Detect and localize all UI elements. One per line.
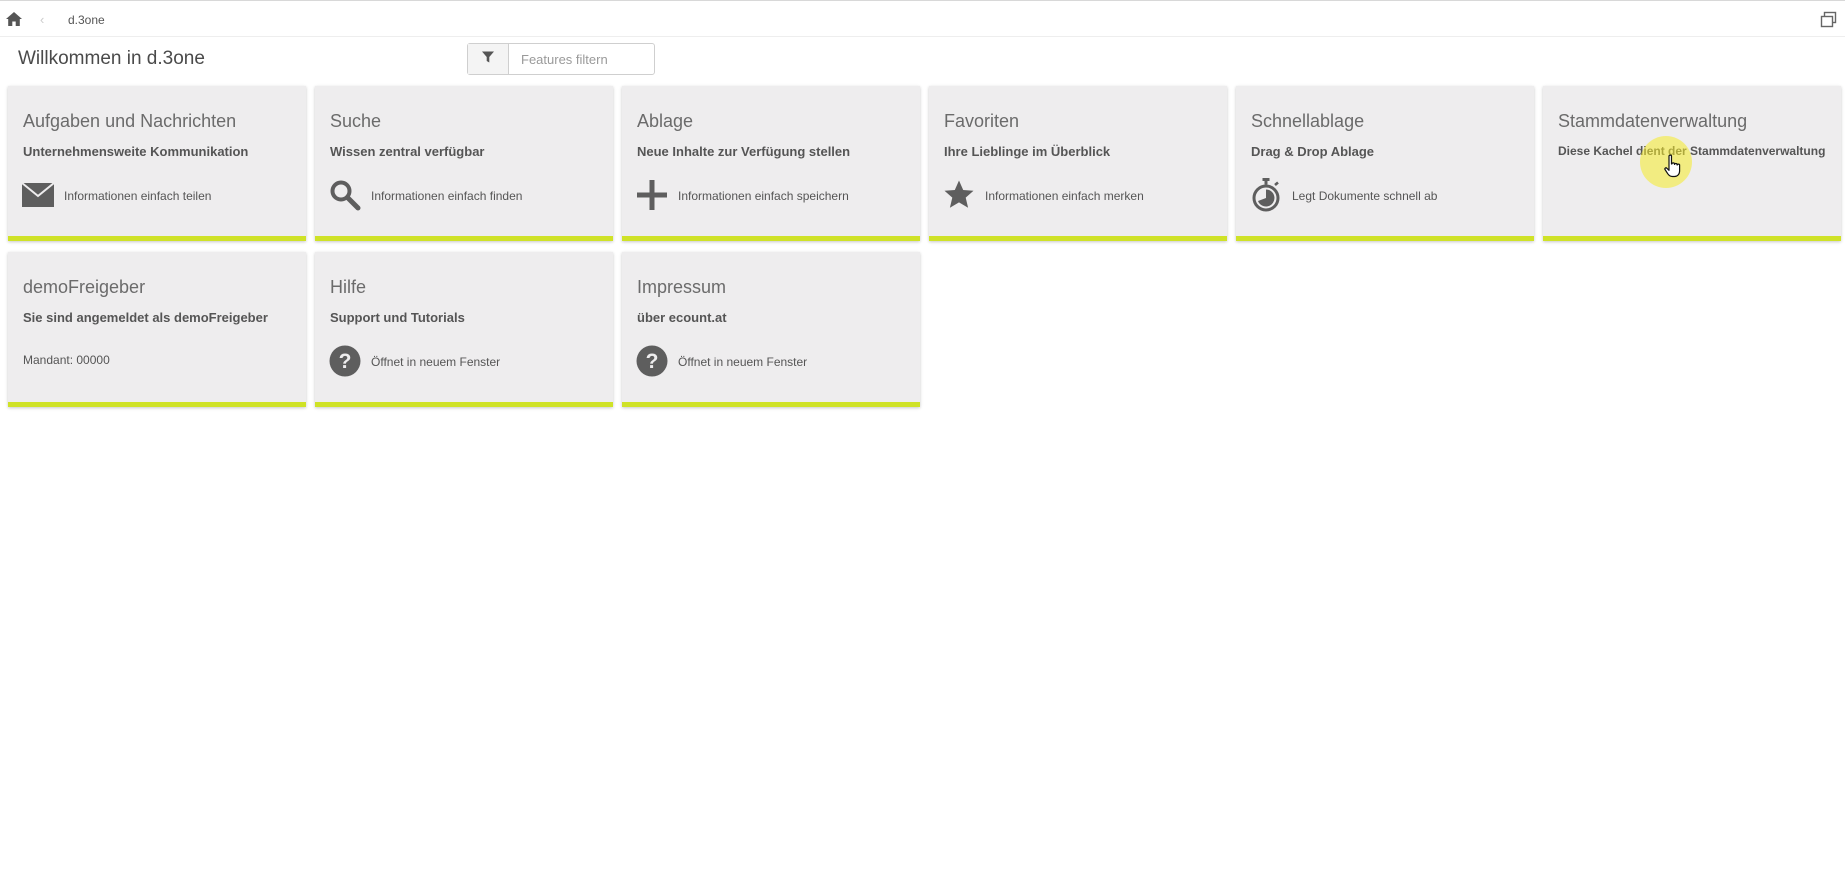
tile-description: Öffnet in neuem Fenster bbox=[678, 355, 808, 369]
chevron-left-icon[interactable]: ‹ bbox=[40, 13, 44, 26]
tile-title: demoFreigeber bbox=[23, 277, 146, 297]
tile-subtitle: Diese Kachel dient der Stammdatenverwalt… bbox=[1558, 144, 1826, 158]
tile-subtitle: Drag & Drop Ablage bbox=[1251, 144, 1375, 159]
feature-filter bbox=[467, 43, 655, 75]
tile-hilfe[interactable]: Hilfe Support und Tutorials ? Öffnet in … bbox=[315, 252, 613, 407]
tile-impressum[interactable]: Impressum über ecount.at ? Öffnet in neu… bbox=[622, 252, 920, 407]
filter-button[interactable] bbox=[468, 44, 509, 74]
envelope-icon bbox=[21, 178, 55, 212]
tile-title: Stammdatenverwaltung bbox=[1558, 111, 1748, 131]
tile-subtitle: Support und Tutorials bbox=[330, 310, 465, 325]
tile-subtitle: über ecount.at bbox=[637, 310, 727, 325]
filter-input[interactable] bbox=[509, 44, 654, 74]
tile-title: Aufgaben und Nachrichten bbox=[23, 111, 237, 131]
tile-title: Ablage bbox=[637, 111, 694, 131]
tile-description: Informationen einfach finden bbox=[371, 189, 523, 203]
tile-description: Legt Dokumente schnell ab bbox=[1292, 189, 1438, 203]
tile-title: Hilfe bbox=[330, 277, 367, 297]
search-icon bbox=[328, 178, 362, 212]
tile-title: Favoriten bbox=[944, 111, 1020, 131]
tile-description: Informationen einfach merken bbox=[985, 189, 1144, 203]
tile-subtitle: Wissen zentral verfügbar bbox=[330, 144, 485, 159]
tile-subtitle: Neue Inhalte zur Verfügung stellen bbox=[637, 144, 851, 159]
tile-aufgaben[interactable]: Aufgaben und Nachrichten Unternehmenswei… bbox=[8, 86, 306, 241]
filter-icon bbox=[481, 50, 495, 69]
tile-suche[interactable]: Suche Wissen zentral verfügbar Informati… bbox=[315, 86, 613, 241]
help-circle-icon: ? bbox=[328, 344, 362, 378]
tile-favoriten[interactable]: Favoriten Ihre Lieblinge im Überblick In… bbox=[929, 86, 1227, 241]
tile-title: Suche bbox=[330, 111, 382, 131]
top-bar: ‹ d.3one bbox=[0, 0, 1845, 37]
tile-title: Impressum bbox=[637, 277, 727, 297]
tile-demofreigeber[interactable]: demoFreigeber Sie sind angemeldet als de… bbox=[8, 252, 306, 407]
tile-description: Informationen einfach speichern bbox=[678, 189, 849, 203]
stopwatch-icon bbox=[1249, 178, 1283, 212]
tile-schnellablage[interactable]: Schnellablage Drag & Drop Ablage Legt Do… bbox=[1236, 86, 1534, 241]
tile-subtitle: Unternehmensweite Kommunikation bbox=[23, 144, 249, 159]
svg-text:?: ? bbox=[339, 350, 352, 373]
svg-text:?: ? bbox=[646, 350, 659, 373]
home-icon[interactable] bbox=[5, 10, 23, 28]
tile-description: Informationen einfach teilen bbox=[64, 189, 212, 203]
tile-title: Schnellablage bbox=[1251, 111, 1365, 131]
page-title: Willkommen in d.3one bbox=[18, 48, 205, 69]
tile-subtitle: Ihre Lieblinge im Überblick bbox=[944, 144, 1111, 159]
tile-description: Öffnet in neuem Fenster bbox=[371, 355, 501, 369]
plus-icon bbox=[635, 178, 669, 212]
help-circle-icon: ? bbox=[635, 344, 669, 378]
tile-stammdatenverwaltung[interactable]: Stammdatenverwaltung Diese Kachel dient … bbox=[1543, 86, 1841, 241]
star-icon bbox=[942, 178, 976, 212]
tile-description: Mandant: 00000 bbox=[23, 353, 110, 367]
tile-subtitle: Sie sind angemeldet als demoFreigeber bbox=[23, 310, 268, 325]
breadcrumb[interactable]: d.3one bbox=[68, 13, 105, 27]
tile-ablage[interactable]: Ablage Neue Inhalte zur Verfügung stelle… bbox=[622, 86, 920, 241]
window-restore-icon[interactable] bbox=[1820, 11, 1837, 28]
